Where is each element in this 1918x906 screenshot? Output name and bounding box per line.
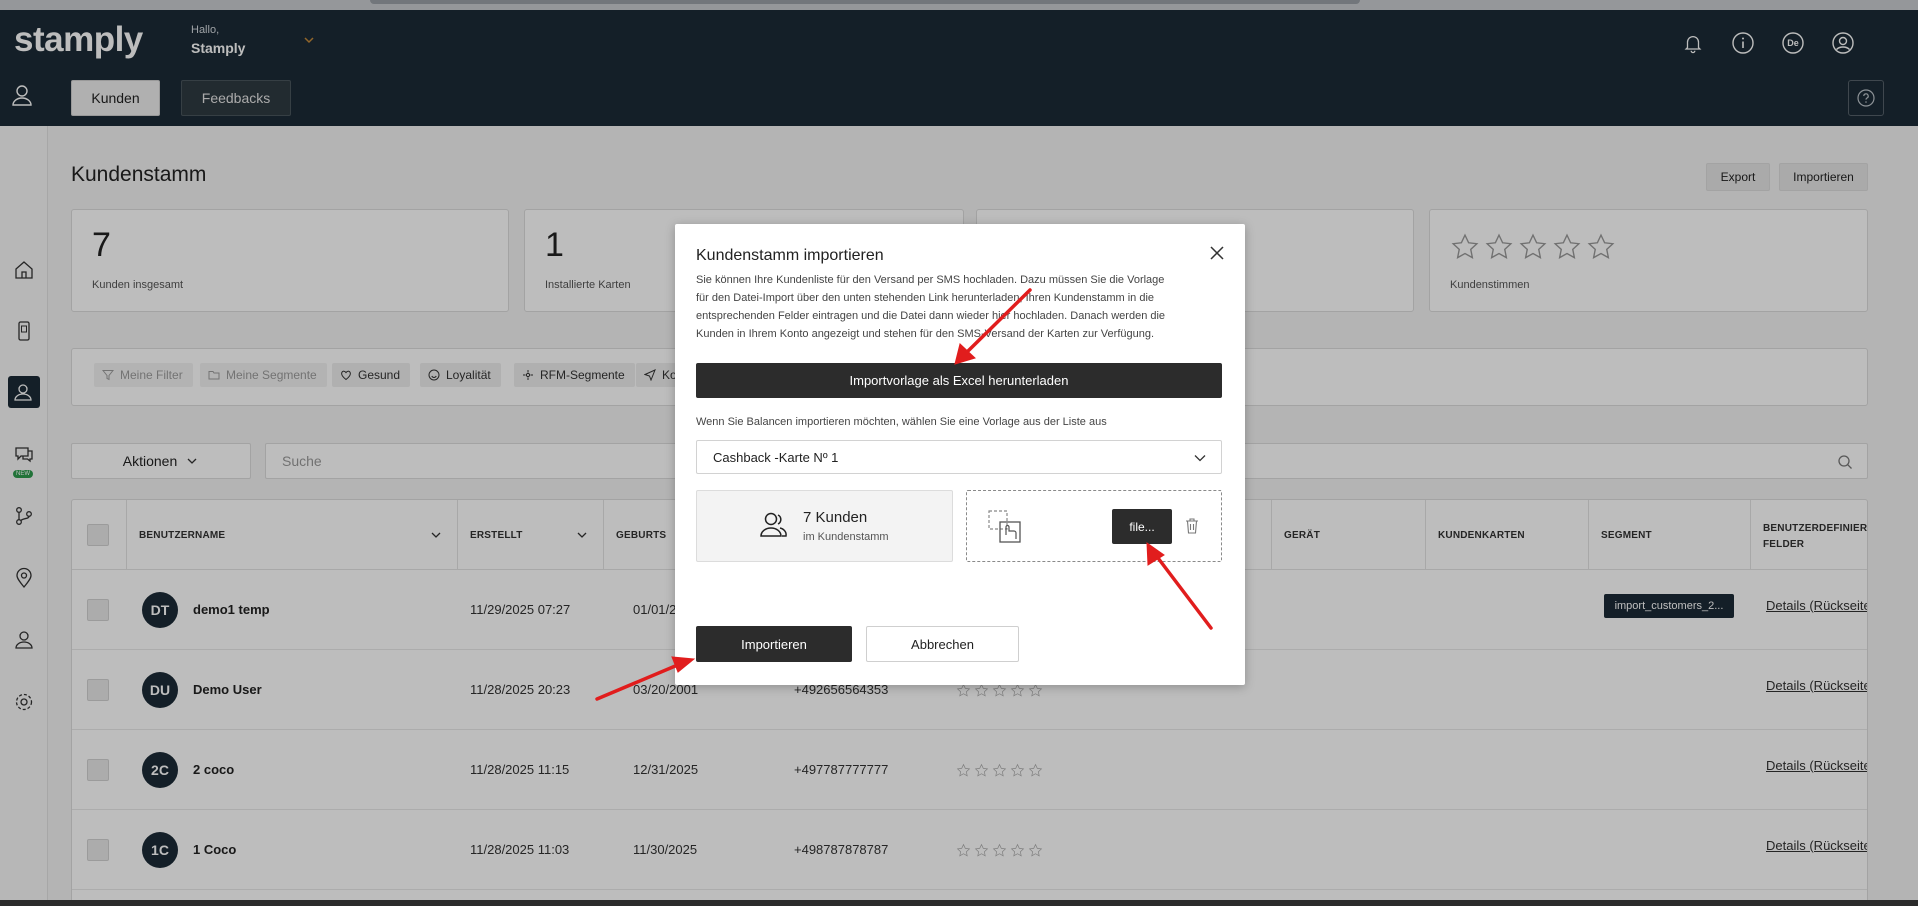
download-template-button[interactable]: Importvorlage als Excel herunterladen <box>696 363 1222 398</box>
modal-title: Kundenstamm importieren <box>696 247 884 264</box>
modal-description: Sie können Ihre Kundenliste für den Vers… <box>696 274 1166 340</box>
template-select-value: Cashback -Karte Nº 1 <box>713 449 839 465</box>
template-select[interactable]: Cashback -Karte Nº 1 <box>696 440 1222 474</box>
chevron-down-icon <box>1194 455 1206 462</box>
import-submit-button[interactable]: Importieren <box>696 626 852 662</box>
close-icon[interactable] <box>1207 243 1227 263</box>
trash-icon[interactable] <box>1184 517 1200 535</box>
customer-count: 7 Kunden <box>803 509 868 526</box>
drag-drop-icon <box>988 510 1021 543</box>
balance-hint: Wenn Sie Balancen importieren möchten, w… <box>696 416 1107 428</box>
taskbar-strip <box>0 900 1918 906</box>
file-drop-zone[interactable]: file... <box>966 490 1222 562</box>
choose-file-button[interactable]: file... <box>1112 509 1172 544</box>
customer-count-sub: im Kundenstamm <box>803 531 889 543</box>
cancel-button[interactable]: Abbrechen <box>866 626 1019 662</box>
import-modal: Kundenstamm importieren Sie können Ihre … <box>675 224 1245 685</box>
customer-count-box: 7 Kunden im Kundenstamm <box>696 490 953 562</box>
customers-icon <box>760 512 787 537</box>
